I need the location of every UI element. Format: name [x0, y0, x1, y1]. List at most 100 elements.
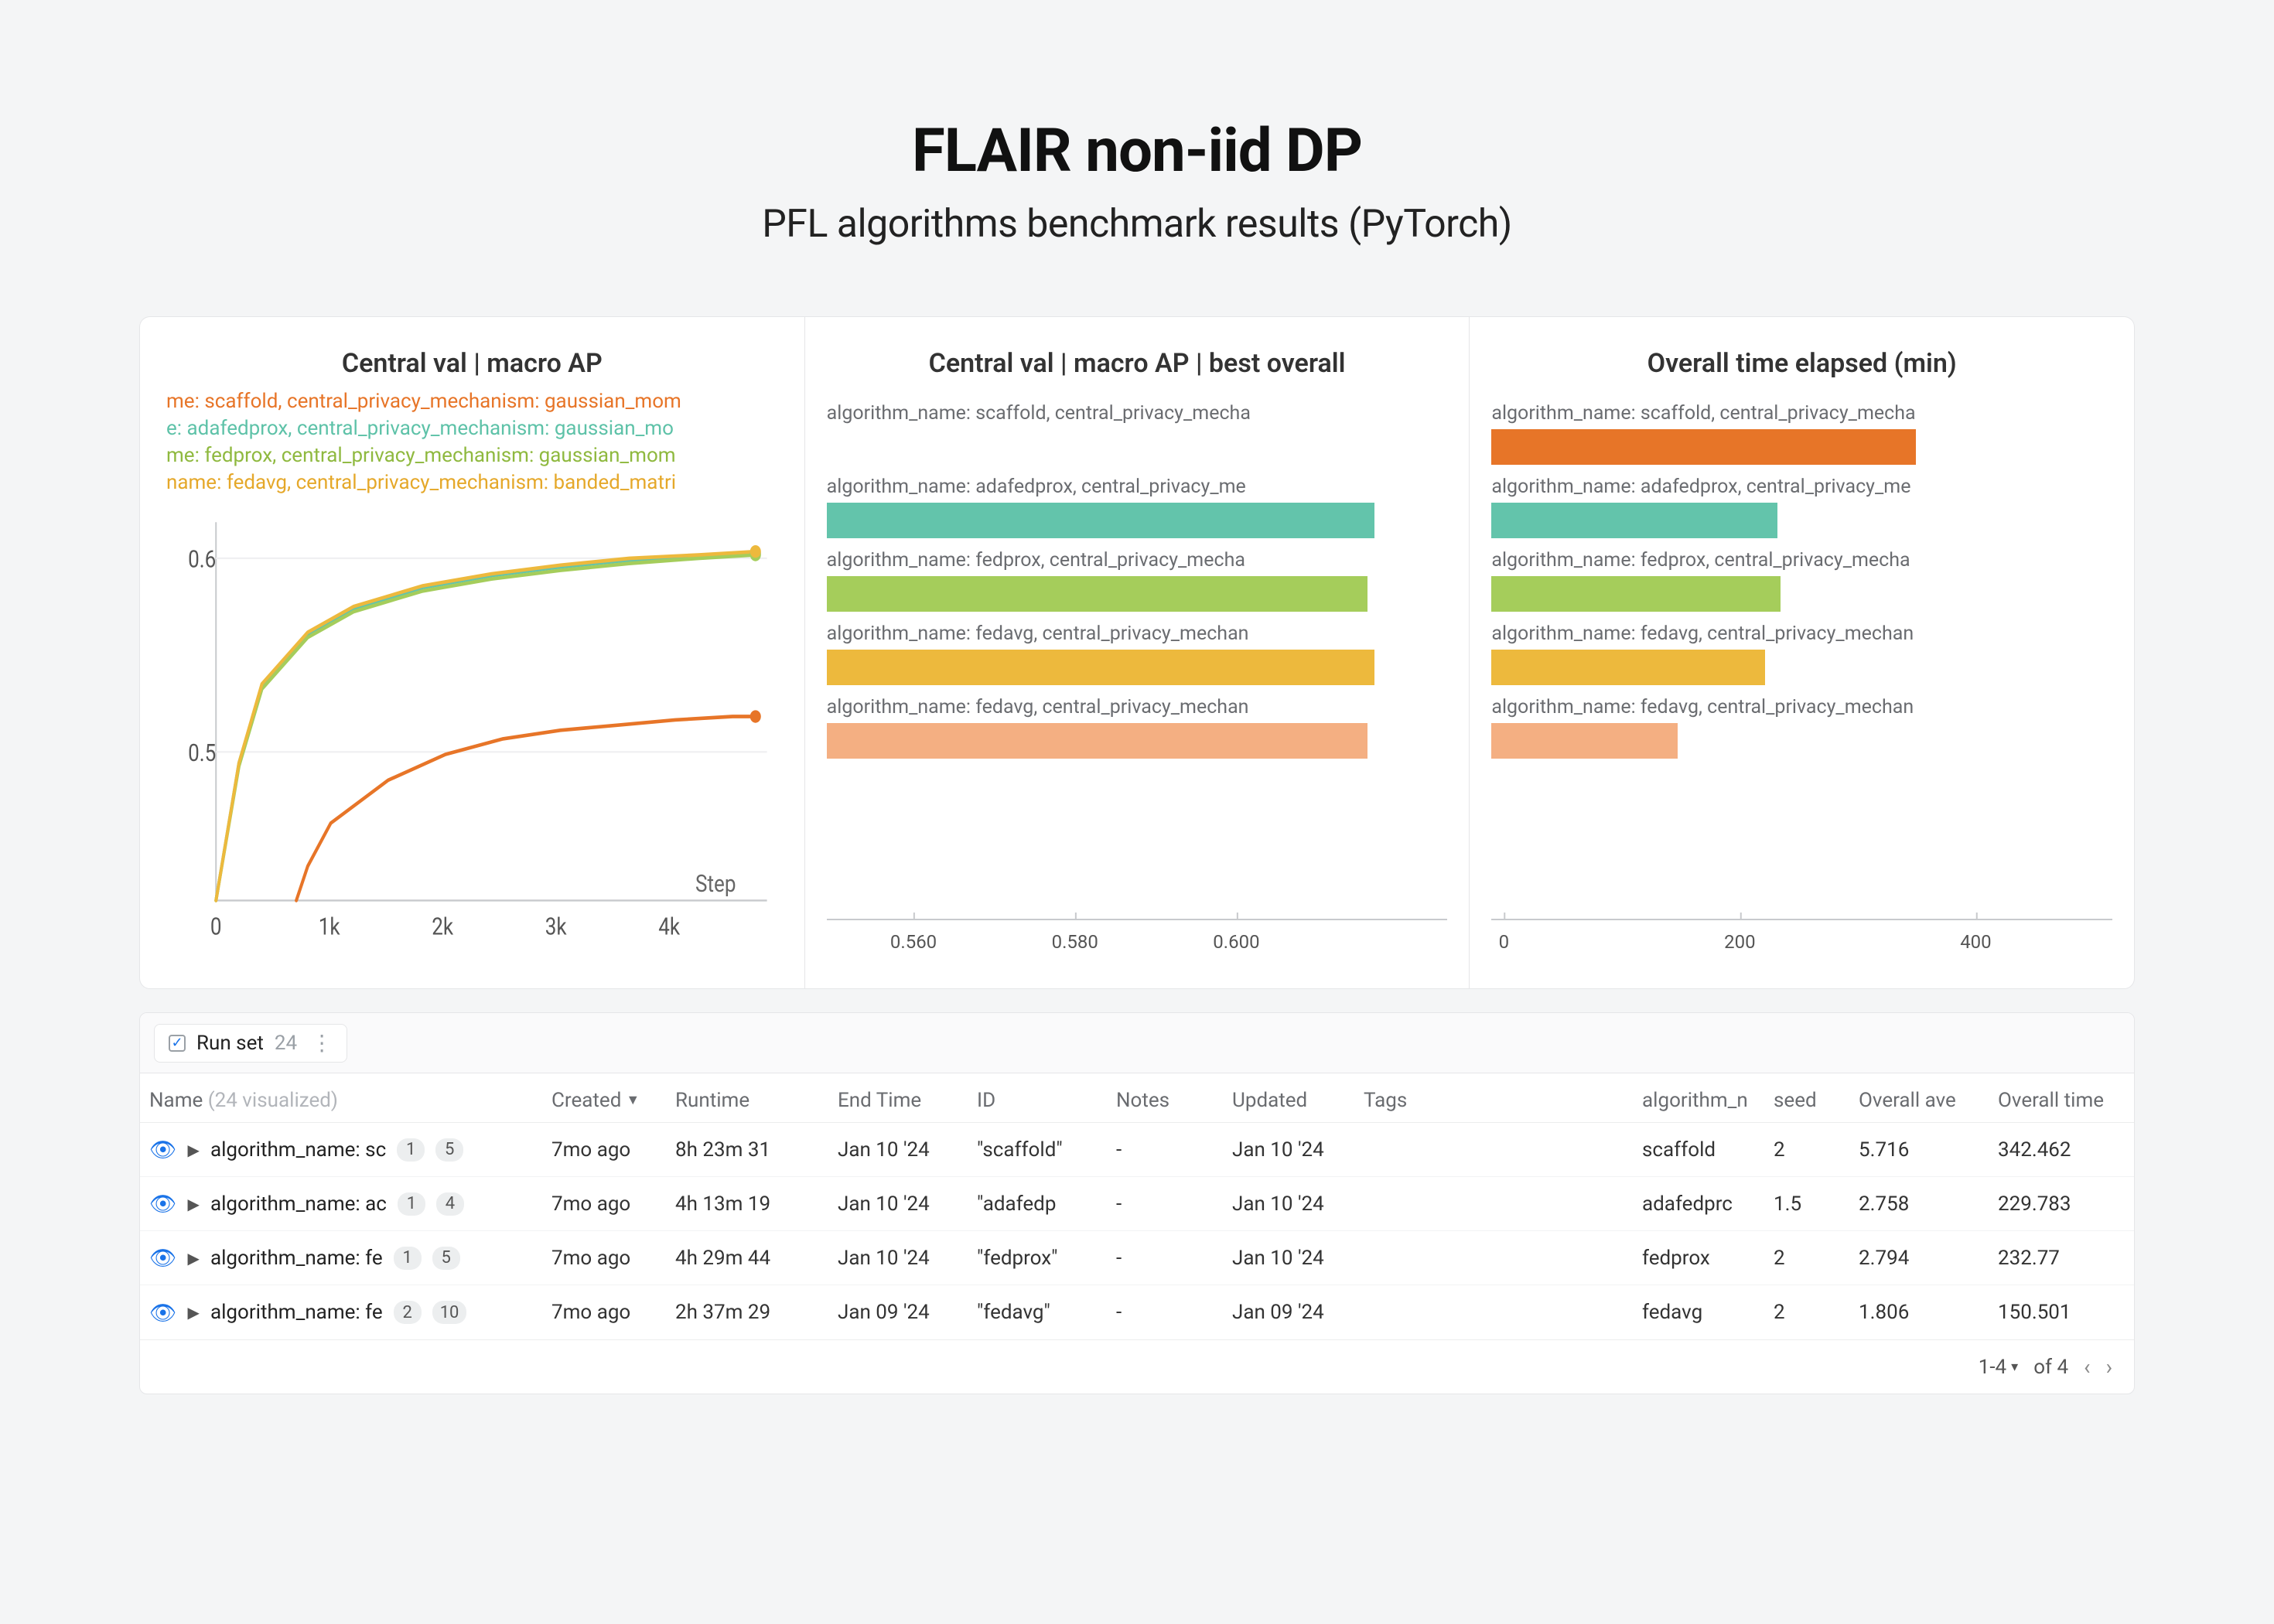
line-chart-svg: 0.6 0.5 0 1k 2k 3k 4k Step [162, 504, 783, 973]
bar-fill [827, 576, 1367, 612]
panel3-title: Overall time elapsed (min) [1491, 348, 2112, 379]
bar-label: algorithm_name: fedprox, central_privacy… [827, 549, 1448, 571]
pager: 1-4 ▾ of 4 ‹ › [140, 1339, 2134, 1394]
table-row[interactable]: 👁▶algorithm_name: fe2107mo ago2h 37m 29J… [140, 1285, 2134, 1339]
run-name: algorithm_name: fe [210, 1247, 383, 1270]
bar-label: algorithm_name: scaffold, central_privac… [1491, 402, 2112, 425]
col-overall-ave[interactable]: Overall ave [1859, 1089, 1998, 1112]
bar-row: algorithm_name: fedavg, central_privacy_… [827, 623, 1448, 685]
count-pill: 1 [397, 1138, 425, 1162]
cell-seed: 2 [1774, 1247, 1859, 1270]
col-endtime[interactable]: End Time [838, 1089, 977, 1112]
bar-row: algorithm_name: fedavg, central_privacy_… [1491, 623, 2112, 685]
runs-tabbar: ✓ Run set 24 ⋮ [140, 1013, 2134, 1073]
cell-updated: Jan 10 '24 [1232, 1192, 1364, 1216]
cell-otime: 342.462 [1998, 1138, 2135, 1162]
expand-caret-icon[interactable]: ▶ [188, 1303, 200, 1322]
pager-range[interactable]: 1-4 ▾ [1979, 1356, 2018, 1379]
panel2-title: Central val | macro AP | best overall [827, 348, 1448, 379]
cell-runtime: 2h 37m 29 [675, 1301, 838, 1324]
panel-time-elapsed[interactable]: Overall time elapsed (min) algorithm_nam… [1470, 317, 2134, 988]
table-row[interactable]: 👁▶algorithm_name: fe157mo ago4h 29m 44Ja… [140, 1231, 2134, 1285]
pager-caret-icon: ▾ [2011, 1359, 2018, 1375]
page-subtitle: PFL algorithms benchmark results (PyTorc… [139, 202, 2135, 247]
pager-next[interactable]: › [2106, 1354, 2112, 1380]
bar-row: algorithm_name: adafedprox, central_priv… [1491, 476, 2112, 538]
cell-updated: Jan 10 '24 [1232, 1138, 1364, 1162]
bar-label: algorithm_name: fedavg, central_privacy_… [827, 623, 1448, 645]
runset-checkbox[interactable]: ✓ [169, 1035, 186, 1052]
cell-endtime: Jan 10 '24 [838, 1247, 977, 1270]
legend-fedprox: me: fedprox, central_privacy_mechanism: … [166, 442, 778, 469]
table-header: Name (24 visualized) Created▼ Runtime En… [140, 1073, 2134, 1123]
pager-prev[interactable]: ‹ [2084, 1354, 2090, 1380]
runset-tab[interactable]: ✓ Run set 24 ⋮ [154, 1024, 347, 1063]
visibility-toggle-icon[interactable]: 👁 [149, 1191, 177, 1216]
p2-tick3: 0.600 [1213, 931, 1259, 953]
runset-label: Run set [196, 1032, 264, 1055]
cell-endtime: Jan 10 '24 [838, 1138, 977, 1162]
bar-fill [827, 650, 1374, 685]
bar-label: algorithm_name: fedavg, central_privacy_… [1491, 696, 2112, 718]
col-updated[interactable]: Updated [1232, 1089, 1364, 1112]
xtick-2k: 2k [432, 913, 454, 940]
visibility-toggle-icon[interactable]: 👁 [149, 1137, 177, 1162]
panel-line-chart[interactable]: Central val | macro AP me: scaffold, cen… [140, 317, 805, 988]
col-created[interactable]: Created▼ [551, 1089, 675, 1112]
expand-caret-icon[interactable]: ▶ [188, 1195, 200, 1213]
cell-otime: 232.77 [1998, 1247, 2135, 1270]
cell-oave: 2.758 [1859, 1192, 1998, 1216]
panel2-axis: 0.560 0.580 0.600 [827, 919, 1448, 973]
col-overall-time[interactable]: Overall time [1998, 1089, 2135, 1112]
cell-algo: adafedprc [1642, 1192, 1774, 1216]
cell-algo: scaffold [1642, 1138, 1774, 1162]
series-line [216, 554, 756, 901]
cell-otime: 229.783 [1998, 1192, 2135, 1216]
col-seed[interactable]: seed [1774, 1089, 1859, 1112]
panel-best-overall[interactable]: Central val | macro AP | best overall al… [805, 317, 1470, 988]
bar-row: algorithm_name: fedavg, central_privacy_… [1491, 696, 2112, 759]
bar-row: algorithm_name: scaffold, central_privac… [1491, 402, 2112, 465]
cell-seed: 2 [1774, 1301, 1859, 1324]
bar-row: algorithm_name: fedavg, central_privacy_… [827, 696, 1448, 759]
legend-scaffold: me: scaffold, central_privacy_mechanism:… [166, 388, 778, 415]
cell-notes: - [1116, 1138, 1232, 1162]
cell-oave: 5.716 [1859, 1138, 1998, 1162]
cell-otime: 150.501 [1998, 1301, 2135, 1324]
series-line [216, 555, 756, 901]
sort-caret-icon: ▼ [626, 1092, 640, 1108]
cell-oave: 1.806 [1859, 1301, 1998, 1324]
bar-label: algorithm_name: fedavg, central_privacy_… [1491, 623, 2112, 645]
visibility-toggle-icon[interactable]: 👁 [149, 1245, 177, 1271]
col-algorithm[interactable]: algorithm_n [1642, 1089, 1774, 1112]
panel3-bars: algorithm_name: scaffold, central_privac… [1491, 388, 2112, 909]
cell-seed: 1.5 [1774, 1192, 1859, 1216]
series-line [216, 552, 756, 901]
cell-created: 7mo ago [551, 1301, 675, 1324]
expand-caret-icon[interactable]: ▶ [188, 1249, 200, 1267]
count-pill: 2 [394, 1301, 422, 1324]
cell-id: "adafedp [977, 1192, 1116, 1216]
col-runtime[interactable]: Runtime [675, 1089, 838, 1112]
table-row[interactable]: 👁▶algorithm_name: ac147mo ago4h 13m 19Ja… [140, 1177, 2134, 1231]
bar-row: algorithm_name: fedprox, central_privacy… [1491, 549, 2112, 612]
bar-label: algorithm_name: adafedprox, central_priv… [827, 476, 1448, 498]
col-id[interactable]: ID [977, 1089, 1116, 1112]
legend-adafedprox: e: adafedprox, central_privacy_mechanism… [166, 415, 778, 442]
cell-created: 7mo ago [551, 1138, 675, 1162]
panel1-title: Central val | macro AP [162, 348, 783, 379]
count-pill: 5 [432, 1247, 460, 1270]
expand-caret-icon[interactable]: ▶ [188, 1141, 200, 1159]
visibility-toggle-icon[interactable]: 👁 [149, 1300, 177, 1325]
kebab-icon[interactable]: ⋮ [308, 1030, 333, 1056]
cell-id: "scaffold" [977, 1138, 1116, 1162]
table-row[interactable]: 👁▶algorithm_name: sc157mo ago8h 23m 31Ja… [140, 1123, 2134, 1177]
panel1-legend: me: scaffold, central_privacy_mechanism:… [162, 388, 783, 501]
col-notes[interactable]: Notes [1116, 1089, 1232, 1112]
cell-updated: Jan 10 '24 [1232, 1247, 1364, 1270]
cell-runtime: 4h 13m 19 [675, 1192, 838, 1216]
col-tags[interactable]: Tags [1364, 1089, 1642, 1112]
bar-fill [1491, 503, 1777, 538]
bar-row: algorithm_name: scaffold, central_privac… [827, 402, 1448, 465]
col-name[interactable]: Name [149, 1089, 203, 1112]
